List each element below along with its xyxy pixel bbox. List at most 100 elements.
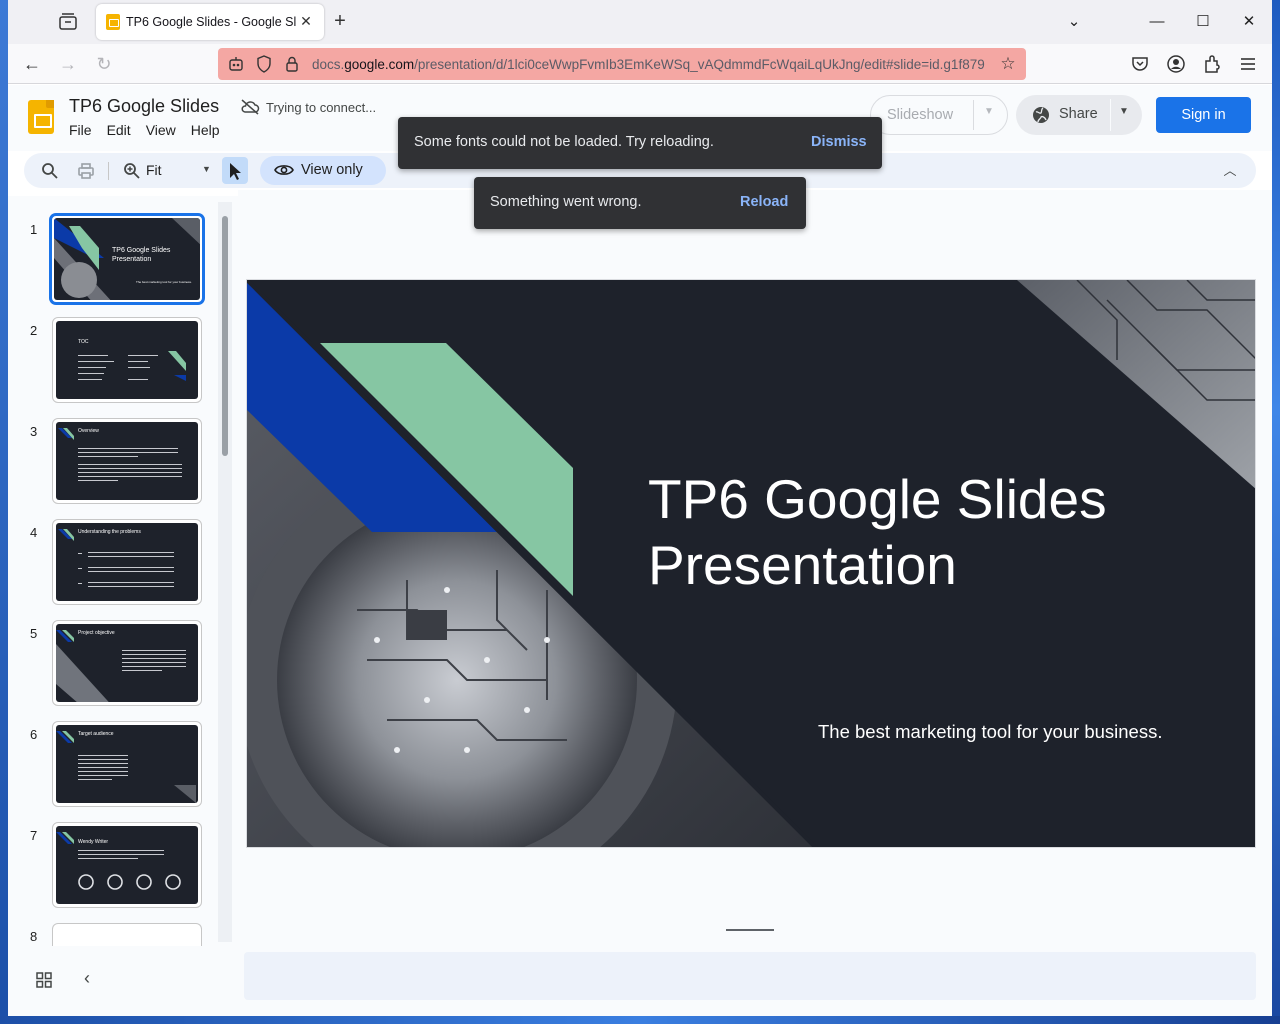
list-all-tabs-icon[interactable] (56, 12, 80, 32)
browser-window: TP6 Google Slides - Google Slides ✕ + ⌄ … (8, 0, 1272, 1016)
tab-title: TP6 Google Slides - Google Slides (126, 15, 296, 29)
thumbnail-subtitle: The best marketing tool for your busines… (136, 280, 192, 284)
thumbnail-content: Wendy Writer (56, 826, 198, 904)
address-bar[interactable]: docs.google.com/presentation/d/1lci0ceWw… (218, 48, 1026, 80)
google-slides-logo-icon[interactable] (28, 100, 54, 134)
url-path: /presentation/d/1lci0ceWwpFvmIb3EmKeWSq_… (414, 56, 985, 72)
share-divider (1110, 99, 1111, 131)
collapse-filmstrip-chevron-icon[interactable]: ‹ (84, 968, 100, 988)
filmstrip-slide-1[interactable]: 1 TP6 Google Slides Presentation The bes… (8, 214, 218, 308)
grid-view-icon[interactable] (36, 972, 52, 988)
account-icon[interactable] (1166, 54, 1186, 74)
filmstrip-slide-7[interactable]: 7 Wendy Writer (8, 822, 218, 914)
slide-filmstrip: 1 TP6 Google Slides Presentation The bes… (8, 196, 238, 963)
share-button[interactable]: Share ▼ (1016, 95, 1142, 135)
filmstrip-footer: ‹ (8, 946, 238, 1016)
slide-thumbnail[interactable]: Overview (52, 418, 202, 504)
back-button[interactable]: ← (20, 52, 44, 76)
zoom-icon[interactable] (122, 161, 142, 181)
menu-file[interactable]: File (69, 122, 92, 138)
share-dropdown-icon[interactable]: ▼ (1119, 106, 1129, 117)
thumbnail-content: Target audience (56, 725, 198, 803)
slide-number: 4 (30, 525, 38, 540)
thumbnail-title: Understanding the problems (78, 529, 141, 535)
thumbnail-title: Target audience (78, 731, 114, 737)
extensions-icon[interactable] (1202, 54, 1222, 74)
slideshow-divider (973, 100, 974, 130)
filmstrip-slide-2[interactable]: 2 TOC (8, 317, 218, 409)
fonts-error-snackbar: Some fonts could not be loaded. Try relo… (398, 117, 882, 169)
view-only-label: View only (301, 162, 363, 178)
speaker-notes-drag-handle[interactable] (726, 929, 774, 931)
menu-edit[interactable]: Edit (107, 122, 131, 138)
thumbnail-title: TP6 Google Slides Presentation (112, 247, 171, 263)
document-title[interactable]: TP6 Google Slides (69, 96, 219, 117)
minimize-button[interactable]: — (1145, 10, 1169, 34)
tab-strip: TP6 Google Slides - Google Slides ✕ + ⌄ … (8, 0, 1272, 44)
thumbnail-title: Project objective (78, 630, 115, 636)
thumbnail-content: Understanding the problems (56, 523, 198, 601)
filmstrip-slide-6[interactable]: 6 Target audience (8, 721, 218, 813)
forward-button[interactable]: → (56, 52, 80, 76)
thumbnail-graphic (56, 832, 181, 890)
pocket-icon[interactable] (1130, 54, 1150, 74)
slide-thumbnail[interactable]: Project objective (52, 620, 202, 706)
desktop-edge (1272, 0, 1280, 1024)
bookmark-star-icon[interactable]: ☆ (998, 54, 1018, 74)
browser-tab-active[interactable]: TP6 Google Slides - Google Slides ✕ (96, 4, 324, 40)
maximize-button[interactable]: ☐ (1191, 10, 1215, 34)
url-text[interactable]: docs.google.com/presentation/d/1lci0ceWw… (312, 57, 1002, 72)
slide-number: 6 (30, 727, 38, 742)
close-tab-icon[interactable]: ✕ (298, 13, 314, 29)
slide-thumbnail[interactable]: TOC (52, 317, 202, 403)
search-icon[interactable] (40, 161, 60, 181)
filmstrip-slide-3[interactable]: 3 Overview (8, 418, 218, 510)
menu-bar: File Edit View Help (69, 122, 235, 138)
zoom-select[interactable]: Fit (146, 162, 162, 178)
globe-icon (1033, 107, 1049, 123)
filmstrip-slide-4[interactable]: 4 Understanding the problems (8, 519, 218, 611)
slide-thumbnail[interactable]: Wendy Writer (52, 822, 202, 908)
slideshow-button[interactable]: Slideshow ▼ (870, 95, 1008, 135)
reload-link-button[interactable]: Reload (740, 194, 788, 210)
print-icon[interactable] (76, 161, 96, 181)
speaker-notes-panel[interactable] (244, 952, 1256, 1000)
dismiss-button[interactable]: Dismiss (811, 134, 867, 150)
url-prefix: docs. (312, 56, 345, 72)
zoom-dropdown-icon[interactable]: ▼ (202, 164, 211, 174)
robot-icon[interactable] (226, 54, 246, 74)
slide-number: 5 (30, 626, 38, 641)
menu-view[interactable]: View (146, 122, 176, 138)
slide-subtitle: The best marketing tool for your busines… (818, 721, 1163, 742)
filmstrip-slide-5[interactable]: 5 Project objective (8, 620, 218, 712)
navigation-bar: ← → ↻ docs.google.com/presentation/d/1lc… (8, 44, 1272, 84)
slide-thumbnail[interactable]: Understanding the problems (52, 519, 202, 605)
slide-number: 2 (30, 323, 38, 338)
menu-hamburger-icon[interactable] (1238, 54, 1258, 74)
new-tab-button[interactable]: + (328, 10, 352, 34)
thumbnail-content: TP6 Google Slides Presentation The best … (54, 218, 200, 300)
close-window-button[interactable]: ✕ (1237, 10, 1261, 34)
collapse-toolbar-chevron-icon[interactable]: ︿ (1220, 161, 1240, 181)
reload-button[interactable]: ↻ (92, 52, 116, 76)
slide-number: 3 (30, 424, 38, 439)
slide-number: 8 (30, 929, 38, 944)
filmstrip-scrollbar[interactable] (222, 216, 228, 456)
slide-thumbnail[interactable]: Target audience (52, 721, 202, 807)
snackbar-message: Some fonts could not be loaded. Try relo… (414, 134, 714, 150)
slide-title: TP6 Google Slides Presentation (648, 468, 1107, 596)
thumbnail-title: Overview (78, 428, 99, 434)
select-pointer-button[interactable] (222, 157, 248, 184)
menu-help[interactable]: Help (191, 122, 220, 138)
current-slide[interactable]: TP6 Google Slides Presentation The best … (246, 279, 1256, 848)
thumbnail-accent-graphic (58, 428, 74, 440)
lock-icon[interactable] (282, 54, 302, 74)
slide-thumbnail[interactable]: TP6 Google Slides Presentation The best … (50, 214, 204, 304)
tab-overflow-chevron-icon[interactable]: ⌄ (1062, 10, 1086, 34)
cursor-arrow-icon (230, 163, 241, 180)
shield-icon[interactable] (254, 54, 274, 74)
view-only-button[interactable]: View only (260, 156, 386, 185)
sign-in-button[interactable]: Sign in (1156, 97, 1251, 133)
slide-number: 7 (30, 828, 38, 843)
slideshow-dropdown-icon[interactable]: ▼ (984, 106, 994, 117)
